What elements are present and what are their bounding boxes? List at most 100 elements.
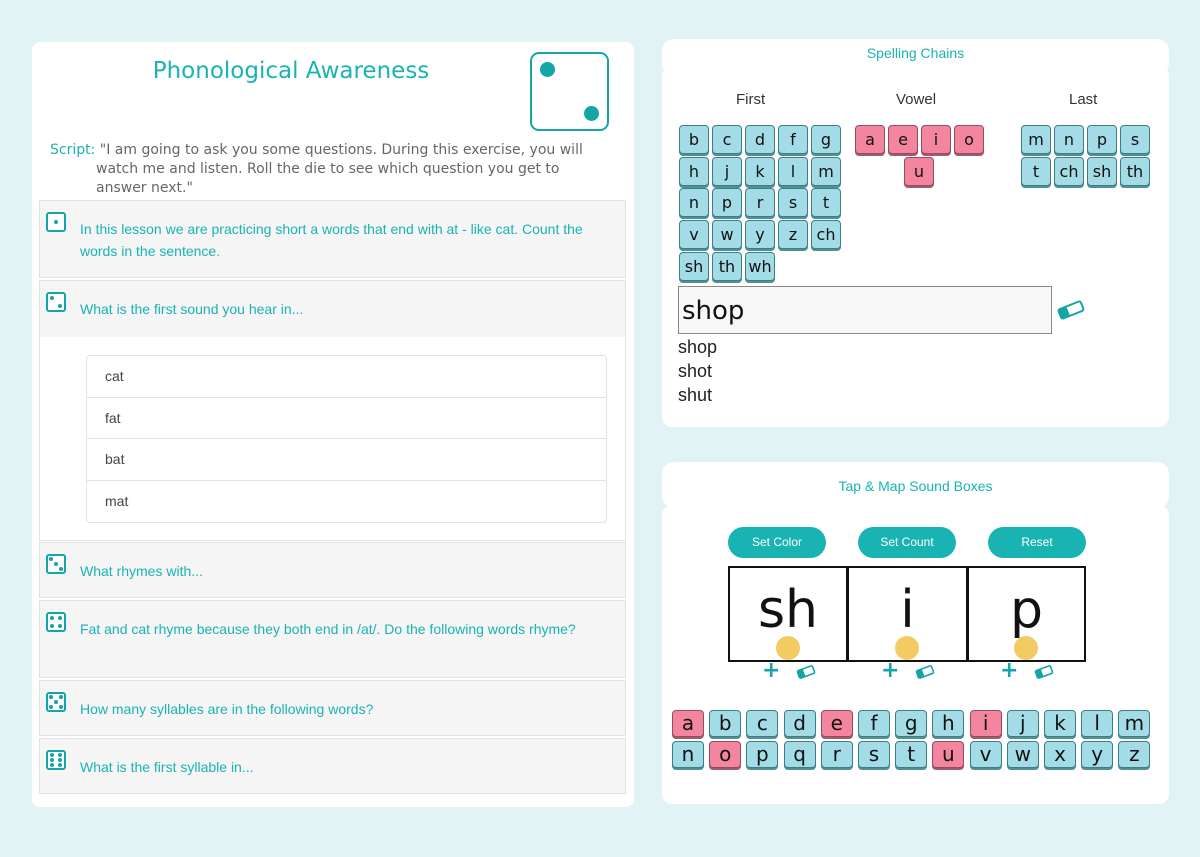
die-three-icon [46,554,66,574]
last-tile[interactable]: p [1087,125,1117,154]
question-text: In this lesson we are practicing short a… [80,221,583,259]
first-tile[interactable]: n [679,188,709,218]
first-tile[interactable]: j [712,156,742,186]
alphabet-tile[interactable]: c [746,710,779,737]
alphabet-tile[interactable]: g [895,710,928,737]
last-tile[interactable]: th [1120,157,1150,186]
first-tile[interactable]: y [745,220,775,250]
eraser-icon[interactable] [796,665,816,679]
first-column-label: First [736,91,766,108]
alphabet-tile[interactable]: j [1006,710,1039,737]
first-tile[interactable]: m [811,156,841,186]
list-item[interactable]: mat [87,481,606,523]
sound-dot[interactable] [895,636,919,660]
alphabet-tile[interactable]: t [895,741,928,768]
first-tile[interactable]: p [712,188,742,218]
eraser-icon[interactable] [915,665,935,679]
first-tile[interactable]: wh [745,251,775,281]
die-four-icon [46,612,66,632]
first-tile[interactable]: g [811,125,841,154]
script-body: "I am going to ask you some questions. D… [96,142,583,196]
die-pip [584,106,599,121]
first-tile[interactable]: c [712,125,742,154]
first-tile[interactable]: ch [811,220,841,250]
vowel-tile[interactable]: a [855,125,885,154]
first-tile[interactable]: sh [679,251,709,281]
vowel-tile[interactable]: o [954,125,984,154]
first-tile[interactable]: f [778,125,808,154]
vowel-tile[interactable]: u [904,157,934,186]
alphabet-tile[interactable]: x [1044,741,1076,768]
alphabet-tile[interactable]: m [1118,710,1151,737]
reset-button[interactable]: Reset [988,527,1086,558]
first-tile[interactable]: b [679,125,709,154]
alphabet-tile[interactable]: a [672,710,704,737]
question-text: What is the first sound you hear in... [80,301,304,317]
last-tile[interactable]: s [1120,125,1150,154]
alphabet-tile[interactable]: b [709,710,742,737]
alphabet-tile[interactable]: w [1006,741,1039,768]
question-item-2[interactable]: What is the first sound you hear in... [39,280,626,338]
set-color-button[interactable]: Set Color [728,527,826,558]
first-tile[interactable]: r [745,188,775,218]
alphabet-tile[interactable]: z [1118,741,1151,768]
first-tile[interactable]: z [778,220,808,250]
set-count-button[interactable]: Set Count [858,527,956,558]
list-item[interactable]: fat [87,398,606,439]
chain-word: shot [678,361,713,381]
alphabet-tile[interactable]: n [672,741,704,768]
word-list: cat fat bat mat [86,355,607,523]
alphabet-tile[interactable]: i [969,710,1002,737]
eraser-icon[interactable] [1034,665,1054,679]
alphabet-tile[interactable]: p [746,741,779,768]
question-item-6[interactable]: What is the first syllable in... [39,738,626,794]
alphabet-tile[interactable]: l [1081,710,1114,737]
script-label: Script: [50,142,96,158]
first-tile[interactable]: w [712,220,742,250]
sound-dot[interactable] [776,636,800,660]
question-item-5[interactable]: How many syllables are in the following … [39,680,626,736]
alphabet-tile[interactable]: s [858,741,890,768]
last-tile[interactable]: ch [1054,157,1084,186]
alphabet-tile[interactable]: h [932,710,965,737]
spelling-word-display[interactable]: shop [678,286,1052,334]
list-item[interactable]: bat [87,439,606,481]
alphabet-tile[interactable]: e [820,710,853,737]
die-one-icon [46,212,66,232]
vowel-tile[interactable]: e [888,125,918,154]
question-item-4[interactable]: Fat and cat rhyme because they both end … [39,600,626,678]
eraser-icon[interactable] [1056,299,1086,321]
tap-map-header: Tap & Map Sound Boxes [662,462,1169,508]
alphabet-tile[interactable]: f [858,710,890,737]
alphabet-tile[interactable]: r [820,741,853,768]
sound-dot[interactable] [1014,636,1038,660]
alphabet-tile[interactable]: q [783,741,816,768]
alphabet-tile[interactable]: k [1044,710,1076,737]
alphabet-tile[interactable]: d [783,710,816,737]
first-tile[interactable]: l [778,156,808,186]
question-item-1[interactable]: In this lesson we are practicing short a… [39,200,626,278]
die-two-icon[interactable] [530,52,609,131]
first-tile[interactable]: h [679,156,709,186]
add-dot-icon[interactable]: + [762,660,780,682]
question-2-expanded-panel: cat fat bat mat [39,337,626,541]
alphabet-tile[interactable]: o [709,741,742,768]
list-item[interactable]: cat [87,356,606,398]
last-tile[interactable]: sh [1087,157,1117,186]
add-dot-icon[interactable]: + [1000,660,1018,682]
vowel-tile[interactable]: i [921,125,951,154]
first-tile[interactable]: d [745,125,775,154]
first-tile[interactable]: v [679,220,709,250]
alphabet-tile[interactable]: y [1081,741,1114,768]
first-tile[interactable]: k [745,156,775,186]
first-tile[interactable]: t [811,188,841,218]
last-tile[interactable]: n [1054,125,1084,154]
alphabet-tile[interactable]: v [969,741,1002,768]
last-tile[interactable]: m [1021,125,1051,154]
first-tile[interactable]: th [712,251,742,281]
question-item-3[interactable]: What rhymes with... [39,542,626,598]
last-tile[interactable]: t [1021,157,1051,186]
first-tile[interactable]: s [778,188,808,218]
add-dot-icon[interactable]: + [881,660,899,682]
alphabet-tile[interactable]: u [932,741,965,768]
